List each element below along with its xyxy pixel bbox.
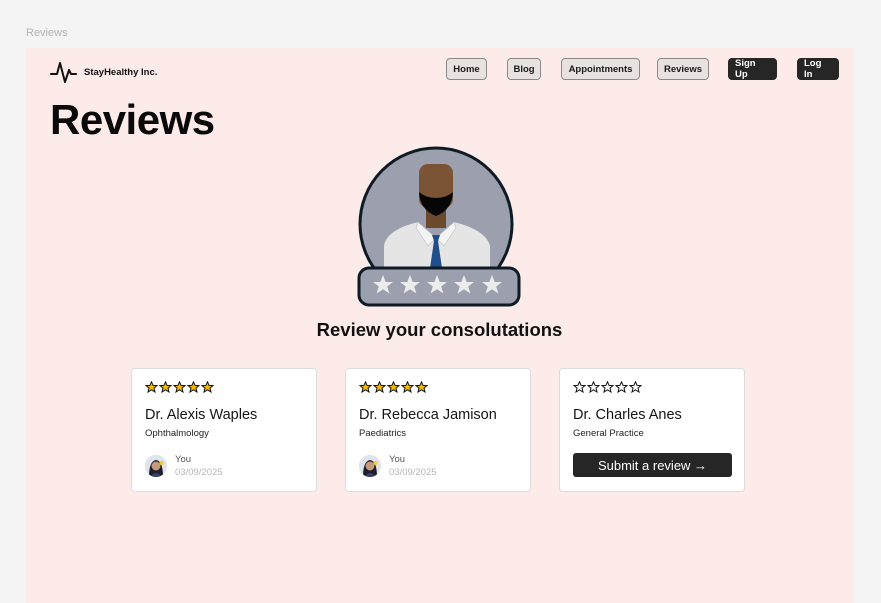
star-icon — [159, 381, 172, 393]
review-card: Dr. Rebecca Jamison Paediatrics You 03/0… — [345, 368, 531, 492]
doctor-name: Dr. Rebecca Jamison — [359, 407, 497, 423]
star-icon — [415, 381, 428, 393]
review-date: 03/09/2025 — [389, 467, 437, 478]
star-icon — [187, 381, 200, 393]
star-outline-icon[interactable] — [601, 381, 614, 393]
star-icon — [373, 381, 386, 393]
brand-name: StayHealthy Inc. — [84, 66, 158, 78]
avatar — [145, 455, 167, 477]
star-icon — [201, 381, 214, 393]
star-icon — [401, 381, 414, 393]
page-title: Reviews — [50, 96, 215, 143]
brand-logo[interactable]: StayHealthy Inc. — [50, 60, 157, 84]
nav-appointments-button[interactable]: Appointments — [561, 58, 640, 80]
star-rating[interactable] — [573, 381, 642, 393]
doctor-specialty: General Practice — [573, 428, 644, 439]
nav-home-button[interactable]: Home — [446, 58, 487, 80]
reviewer-name: You — [389, 454, 406, 465]
avatar — [359, 455, 381, 477]
star-outline-icon[interactable] — [573, 381, 586, 393]
star-outline-icon[interactable] — [629, 381, 642, 393]
heartbeat-icon — [50, 62, 77, 83]
review-date: 03/09/2025 — [175, 467, 223, 478]
doctor-specialty: Ophthalmology — [145, 428, 209, 439]
nav-reviews-button[interactable]: Reviews — [657, 58, 709, 80]
reviewer-info: You 03/09/2025 — [359, 453, 437, 479]
submit-review-button[interactable]: Submit a review → — [573, 453, 732, 477]
reviewer-name: You — [175, 454, 192, 465]
star-icon — [387, 381, 400, 393]
star-rating — [359, 381, 428, 393]
star-icon — [173, 381, 186, 393]
star-outline-icon[interactable] — [615, 381, 628, 393]
log-in-button[interactable]: Log In — [797, 58, 839, 80]
section-title: Review your consolutations — [316, 319, 563, 340]
doctor-name: Dr. Charles Anes — [573, 407, 682, 423]
review-card: Dr. Alexis Waples Ophthalmology You 03/0… — [131, 368, 317, 492]
review-card: Dr. Charles Anes General Practice Submit… — [559, 368, 745, 492]
sign-up-button[interactable]: Sign Up — [728, 58, 777, 80]
nav-blog-button[interactable]: Blog — [507, 58, 541, 80]
star-rating — [145, 381, 214, 393]
star-outline-icon[interactable] — [587, 381, 600, 393]
reviewer-info: You 03/09/2025 — [145, 453, 223, 479]
doctor-rating-illustration — [357, 146, 521, 307]
reviews-page-frame: StayHealthy Inc. Home Blog Appointments … — [26, 48, 853, 603]
frame-label: Reviews — [26, 27, 68, 39]
star-icon — [145, 381, 158, 393]
doctor-name: Dr. Alexis Waples — [145, 407, 258, 423]
star-icon — [359, 381, 372, 393]
doctor-specialty: Paediatrics — [359, 428, 406, 439]
